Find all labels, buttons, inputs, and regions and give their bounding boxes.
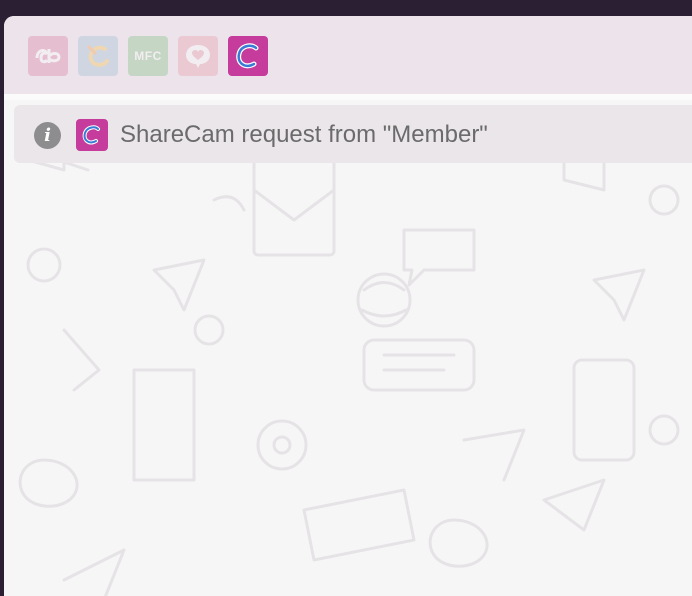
cam4-logo-icon[interactable] xyxy=(78,36,118,76)
sharecam-logo-icon[interactable] xyxy=(228,36,268,76)
app-window: MFC i ShareCam request from "Member" xyxy=(4,16,692,596)
app-switcher-toolbar: MFC xyxy=(4,16,692,94)
sharecam-logo-icon xyxy=(76,119,108,151)
notification-text: ShareCam request from "Member" xyxy=(120,121,488,148)
notification-banner[interactable]: i ShareCam request from "Member" xyxy=(14,105,692,163)
info-icon: i xyxy=(34,122,61,149)
heart-speech-icon[interactable] xyxy=(178,36,218,76)
mfc-logo-icon[interactable]: MFC xyxy=(128,36,168,76)
cb-logo-icon[interactable] xyxy=(28,36,68,76)
doodle-background xyxy=(18,128,680,596)
chat-area: i ShareCam request from "Member" xyxy=(4,100,692,596)
mfc-label: MFC xyxy=(134,49,162,63)
